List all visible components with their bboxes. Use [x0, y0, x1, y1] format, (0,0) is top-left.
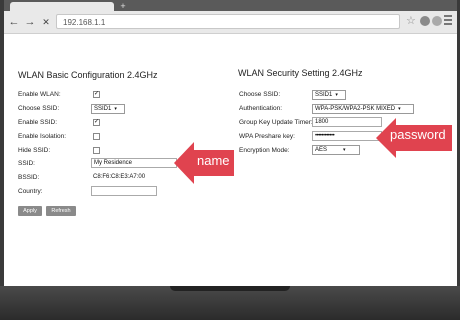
country-label: Country:	[18, 188, 43, 195]
refresh-button[interactable]: Refresh	[46, 206, 76, 216]
laptop-notch	[170, 286, 290, 291]
authentication-select[interactable]: WPA-PSK/WPA2-PSK MIXED ▾	[312, 104, 414, 114]
chevron-down-icon: ▾	[398, 106, 401, 112]
bssid-value: C8:F6:C8:E3:A7:00	[93, 174, 146, 180]
extension-icon[interactable]	[420, 16, 430, 26]
encryption-mode-label: Encryption Mode:	[239, 147, 290, 154]
enable-ssid-checkbox[interactable]: ✓	[93, 119, 100, 126]
enable-wlan-checkbox[interactable]: ✓	[93, 91, 100, 98]
new-tab-button[interactable]: +	[116, 2, 130, 11]
star-icon[interactable]: ☆	[406, 15, 416, 27]
menu-icon[interactable]	[444, 15, 452, 27]
router-page: WLAN Basic Configuration 2.4GHz Enable W…	[4, 34, 457, 286]
hide-ssid-checkbox[interactable]	[93, 147, 100, 154]
chevron-down-icon: ▾	[335, 92, 338, 98]
browser-toolbar: ← → ✕ 192.168.1.1 ☆	[4, 11, 457, 34]
password-callout-label: password	[390, 127, 446, 142]
encryption-mode-select[interactable]: AES ▾	[312, 145, 360, 155]
tab-strip: +	[4, 0, 457, 11]
url-bar[interactable]: 192.168.1.1	[56, 14, 400, 29]
enable-isolation-label: Enable Isolation:	[18, 133, 67, 140]
authentication-value: WPA-PSK/WPA2-PSK MIXED	[315, 106, 396, 112]
security-title: WLAN Security Setting 2.4GHz	[238, 68, 363, 78]
country-input[interactable]	[91, 186, 157, 196]
group-key-label: Group Key Update Timer:	[239, 119, 313, 126]
encryption-mode-value: AES	[315, 147, 328, 153]
ssid-input[interactable]: My Residence	[91, 158, 177, 168]
security-choose-ssid-label: Choose SSID:	[239, 91, 281, 98]
profile-icon[interactable]	[432, 16, 442, 26]
preshare-key-label: WPA Preshare key:	[239, 133, 295, 140]
apply-button[interactable]: Apply	[18, 206, 42, 216]
close-icon[interactable]: ✕	[40, 15, 52, 29]
basic-config-title: WLAN Basic Configuration 2.4GHz	[18, 70, 158, 80]
laptop-base	[0, 286, 460, 320]
choose-ssid-value: SSID1	[94, 106, 112, 112]
preshare-key-input[interactable]: ••••••••••••	[312, 131, 382, 141]
screen: + ← → ✕ 192.168.1.1 ☆ WLAN Basic Configu…	[4, 0, 457, 286]
enable-wlan-label: Enable WLAN:	[18, 91, 61, 98]
chevron-down-icon: ▾	[114, 106, 117, 112]
name-callout-label: name	[197, 153, 230, 168]
hide-ssid-label: Hide SSID:	[18, 147, 51, 154]
ssid-label: SSID:	[18, 160, 35, 167]
security-choose-ssid-select[interactable]: SSID1 ▾	[312, 90, 346, 100]
enable-isolation-checkbox[interactable]	[93, 133, 100, 140]
forward-icon[interactable]: →	[24, 15, 36, 29]
back-icon[interactable]: ←	[8, 15, 20, 29]
enable-ssid-label: Enable SSID:	[18, 119, 58, 126]
browser-tab[interactable]	[10, 2, 114, 11]
choose-ssid-select[interactable]: SSID1 ▾	[91, 104, 125, 114]
chevron-down-icon: ▾	[343, 147, 346, 153]
bssid-label: BSSID:	[18, 174, 40, 181]
security-choose-ssid-value: SSID1	[315, 92, 333, 98]
group-key-input[interactable]: 1800	[312, 117, 382, 127]
choose-ssid-label: Choose SSID:	[18, 105, 60, 112]
authentication-label: Authentication:	[239, 105, 283, 112]
